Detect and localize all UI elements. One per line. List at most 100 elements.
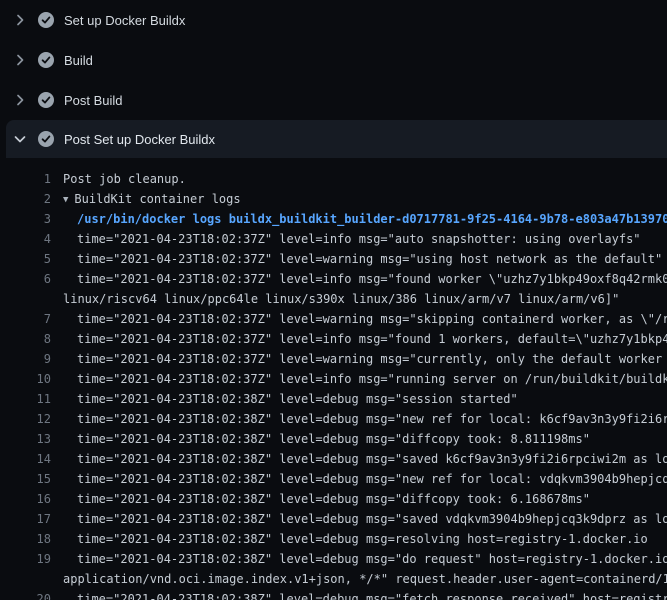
line-number[interactable]: 12 <box>0 409 51 429</box>
log-text-content: /usr/bin/docker logs buildx_buildkit_bui… <box>77 212 667 226</box>
log-text: time="2021-04-23T18:02:38Z" level=debug … <box>77 529 648 549</box>
log-text: time="2021-04-23T18:02:38Z" level=debug … <box>77 429 590 449</box>
step-label: Set up Docker Buildx <box>64 13 185 28</box>
log-text: time="2021-04-23T18:02:38Z" level=debug … <box>77 489 590 509</box>
log-text: time="2021-04-23T18:02:37Z" level=info m… <box>77 269 667 289</box>
line-number[interactable]: 17 <box>0 509 51 529</box>
log-text-content: time="2021-04-23T18:02:38Z" level=debug … <box>77 452 667 466</box>
steps-list: Set up Docker Buildx Build Post Build Post … <box>0 0 667 158</box>
log-line: 15 time="2021-04-23T18:02:38Z" level=debu… <box>0 469 667 489</box>
check-circle-icon <box>37 12 54 29</box>
line-number[interactable]: 7 <box>0 309 51 329</box>
log-text: time="2021-04-23T18:02:37Z" level=warnin… <box>77 249 662 269</box>
log-text: time="2021-04-23T18:02:37Z" level=warnin… <box>77 309 667 329</box>
line-number[interactable]: 11 <box>0 389 51 409</box>
log-line: 11 time="2021-04-23T18:02:38Z" level=debu… <box>0 389 667 409</box>
log-text-content: time="2021-04-23T18:02:37Z" level=info m… <box>77 232 641 246</box>
log-text-content: time="2021-04-23T18:02:38Z" level=debug … <box>77 392 518 406</box>
log-line: 6 time="2021-04-23T18:02:37Z" level=info … <box>0 269 667 289</box>
log-text-content: time="2021-04-23T18:02:38Z" level=debug … <box>77 412 667 426</box>
line-number[interactable]: 16 <box>0 489 51 509</box>
step-label: Post Build <box>64 93 123 108</box>
step-header-post-set-up-docker-buildx[interactable]: Post Set up Docker Buildx <box>6 120 667 158</box>
log-text-content: time="2021-04-23T18:02:38Z" level=debug … <box>77 532 648 546</box>
check-circle-icon <box>37 52 54 69</box>
log-line: 20 time="2021-04-23T18:02:38Z" level=debu… <box>0 589 667 600</box>
log-line: 16 time="2021-04-23T18:02:38Z" level=debu… <box>0 489 667 509</box>
chevron-right-icon <box>12 52 28 68</box>
log-text: time="2021-04-23T18:02:38Z" level=debug … <box>77 549 667 569</box>
log-text-content: linux/riscv64 linux/ppc64le linux/s390x … <box>63 292 619 306</box>
log-text: time="2021-04-23T18:02:37Z" level=warnin… <box>77 349 667 369</box>
log-text-content: time="2021-04-23T18:02:37Z" level=info m… <box>77 332 667 346</box>
log-line: 8 time="2021-04-23T18:02:37Z" level=info … <box>0 329 667 349</box>
log-line: 9 time="2021-04-23T18:02:37Z" level=warni… <box>0 349 667 369</box>
log-line: 12 time="2021-04-23T18:02:38Z" level=debu… <box>0 409 667 429</box>
line-number[interactable]: 19 <box>0 549 51 569</box>
log-line: linux/riscv64 linux/ppc64le linux/s390x … <box>0 289 667 309</box>
chevron-right-icon <box>12 12 28 28</box>
line-number <box>0 289 51 309</box>
line-number[interactable]: 14 <box>0 449 51 469</box>
line-number[interactable]: 18 <box>0 529 51 549</box>
log-text-content: time="2021-04-23T18:02:38Z" level=debug … <box>77 472 667 486</box>
line-number[interactable]: 8 <box>0 329 51 349</box>
log-text: time="2021-04-23T18:02:38Z" level=debug … <box>77 589 667 600</box>
line-number[interactable]: 2 <box>0 189 51 209</box>
line-number[interactable]: 20 <box>0 589 51 600</box>
log-command-text: /usr/bin/docker logs buildx_buildkit_bui… <box>77 209 667 229</box>
step-header-build[interactable]: Build <box>0 40 667 80</box>
log-line: 2 ▼ BuildKit container logs <box>0 189 667 209</box>
line-number[interactable]: 1 <box>0 169 51 189</box>
log-text: time="2021-04-23T18:02:37Z" level=info m… <box>77 229 641 249</box>
line-number[interactable]: 4 <box>0 229 51 249</box>
log-text-content: time="2021-04-23T18:02:37Z" level=warnin… <box>77 352 667 366</box>
log-text-content: time="2021-04-23T18:02:38Z" level=debug … <box>77 492 590 506</box>
log-line: 19 time="2021-04-23T18:02:38Z" level=debu… <box>0 549 667 569</box>
chevron-down-icon <box>12 131 28 147</box>
log-text: time="2021-04-23T18:02:38Z" level=debug … <box>77 449 667 469</box>
line-number[interactable]: 13 <box>0 429 51 449</box>
log-text-content: time="2021-04-23T18:02:37Z" level=info m… <box>77 272 667 286</box>
log-text: application/vnd.oci.image.index.v1+json,… <box>63 569 667 589</box>
log-text-content: application/vnd.oci.image.index.v1+json,… <box>63 572 667 586</box>
log-text-content: time="2021-04-23T18:02:37Z" level=warnin… <box>77 252 662 266</box>
log-line: 4 time="2021-04-23T18:02:37Z" level=info … <box>0 229 667 249</box>
log-text: time="2021-04-23T18:02:38Z" level=debug … <box>77 409 667 429</box>
log-text: ▼ BuildKit container logs <box>63 189 241 209</box>
log-line: 14 time="2021-04-23T18:02:38Z" level=debu… <box>0 449 667 469</box>
log-line: 5 time="2021-04-23T18:02:37Z" level=warni… <box>0 249 667 269</box>
check-circle-icon <box>37 131 54 148</box>
log-text: time="2021-04-23T18:02:37Z" level=info m… <box>77 369 667 389</box>
log-text: linux/riscv64 linux/ppc64le linux/s390x … <box>63 289 619 309</box>
log-text: time="2021-04-23T18:02:38Z" level=debug … <box>77 469 667 489</box>
log-text: time="2021-04-23T18:02:38Z" level=debug … <box>77 389 518 409</box>
step-header-post-build[interactable]: Post Build <box>0 80 667 120</box>
log-line: 17 time="2021-04-23T18:02:38Z" level=debu… <box>0 509 667 529</box>
log-area: 1 Post job cleanup. 2 ▼ BuildKit container l… <box>0 158 667 600</box>
line-number[interactable]: 6 <box>0 269 51 289</box>
log-text-content: time="2021-04-23T18:02:38Z" level=debug … <box>77 552 667 566</box>
line-number[interactable]: 15 <box>0 469 51 489</box>
log-line: 1 Post job cleanup. <box>0 169 667 189</box>
log-text-content: time="2021-04-23T18:02:38Z" level=debug … <box>77 432 590 446</box>
log-line: 13 time="2021-04-23T18:02:38Z" level=debu… <box>0 429 667 449</box>
chevron-right-icon <box>12 92 28 108</box>
log-line: application/vnd.oci.image.index.v1+json,… <box>0 569 667 589</box>
log-text-content: time="2021-04-23T18:02:38Z" level=debug … <box>77 592 667 600</box>
line-number[interactable]: 3 <box>0 209 51 229</box>
log-text-content: Post job cleanup. <box>63 172 186 186</box>
actions-log-viewer: Set up Docker Buildx Build Post Build Post … <box>0 0 667 600</box>
group-collapse-triangle-icon[interactable]: ▼ <box>63 190 68 210</box>
log-text: time="2021-04-23T18:02:38Z" level=debug … <box>77 509 667 529</box>
log-line: 3/usr/bin/docker logs buildx_buildkit_bu… <box>0 209 667 229</box>
step-header-set-up-docker-buildx[interactable]: Set up Docker Buildx <box>0 0 667 40</box>
log-text-content: BuildKit container logs <box>74 192 240 206</box>
line-number[interactable]: 9 <box>0 349 51 369</box>
log-text-content: time="2021-04-23T18:02:37Z" level=info m… <box>77 372 667 386</box>
line-number[interactable]: 10 <box>0 369 51 389</box>
line-number[interactable]: 5 <box>0 249 51 269</box>
log-text-content: time="2021-04-23T18:02:37Z" level=warnin… <box>77 312 667 326</box>
log-text: Post job cleanup. <box>63 169 186 189</box>
line-number <box>0 569 51 589</box>
